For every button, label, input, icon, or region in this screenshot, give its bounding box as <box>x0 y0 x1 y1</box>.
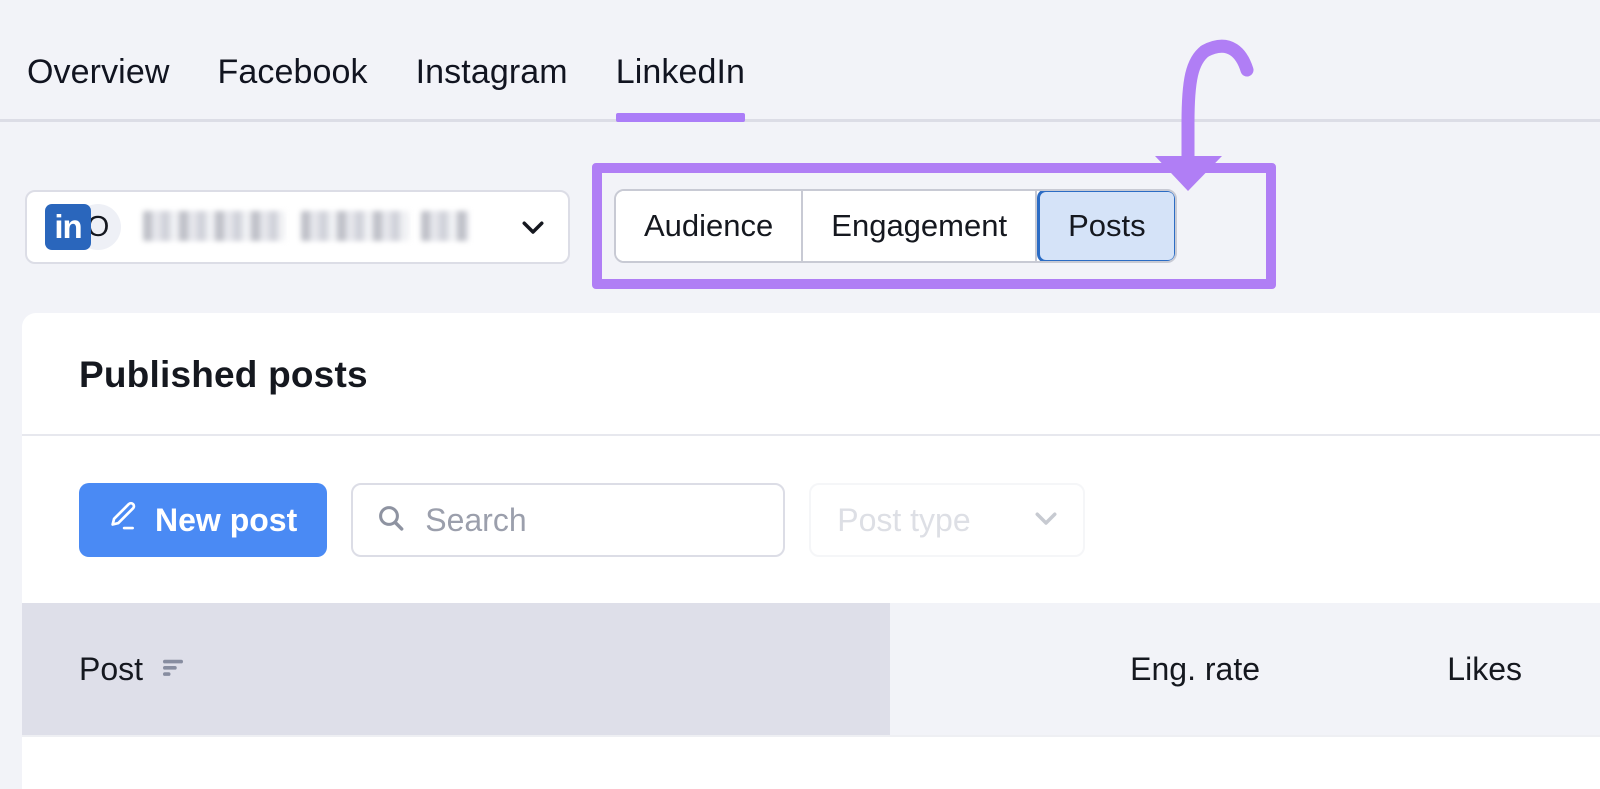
tab-instagram[interactable]: Instagram <box>416 53 568 119</box>
column-header-post-label: Post <box>79 650 144 687</box>
column-header-eng-rate[interactable]: Eng. rate <box>890 603 1260 735</box>
platform-tabs: Overview Facebook Instagram LinkedIn <box>0 0 1600 122</box>
column-header-likes-label: Likes <box>1447 650 1522 687</box>
tab-linkedin-label: LinkedIn <box>615 53 746 91</box>
search-field[interactable] <box>351 483 786 557</box>
segment-audience-label: Audience <box>644 208 774 243</box>
redacted-word <box>421 211 469 241</box>
new-post-button-label: New post <box>155 501 298 538</box>
post-type-dropdown[interactable]: Post type <box>809 483 1086 557</box>
post-type-label: Post type <box>837 501 971 538</box>
tab-overview[interactable]: Overview <box>27 53 170 119</box>
chevron-down-icon <box>518 212 548 242</box>
tab-linkedin[interactable]: LinkedIn <box>615 53 746 122</box>
column-header-eng-rate-label: Eng. rate <box>1130 650 1260 687</box>
account-avatar-group: O in <box>45 204 123 250</box>
tab-facebook-label: Facebook <box>217 53 368 91</box>
posts-toolbar: New post Post type <box>22 436 1600 557</box>
column-header-likes[interactable]: Likes <box>1260 603 1600 735</box>
column-header-post[interactable]: Post <box>22 603 890 735</box>
linkedin-icon: in <box>45 204 91 250</box>
tab-instagram-label: Instagram <box>415 53 568 91</box>
segment-posts[interactable]: Posts <box>1037 191 1175 261</box>
tab-overview-label: Overview <box>27 53 170 91</box>
segment-posts-label: Posts <box>1068 208 1146 243</box>
sort-descending-icon <box>158 652 188 687</box>
redacted-word <box>301 211 409 241</box>
redacted-word <box>143 211 285 241</box>
pencil-icon <box>105 499 139 541</box>
page-title: Published posts <box>79 354 368 395</box>
account-selector[interactable]: O in <box>25 190 570 264</box>
published-posts-card: Published posts New post Post type <box>22 313 1600 789</box>
account-name-redacted <box>143 207 518 247</box>
posts-table-header: Post Eng. rate Likes <box>22 603 1600 735</box>
section-switch: Audience Engagement Posts <box>614 189 1177 263</box>
search-input[interactable] <box>425 501 766 539</box>
table-row[interactable] <box>22 735 1600 789</box>
new-post-button[interactable]: New post <box>79 483 328 557</box>
segment-engagement[interactable]: Engagement <box>803 191 1038 261</box>
tab-facebook[interactable]: Facebook <box>218 53 368 119</box>
segment-audience[interactable]: Audience <box>616 191 804 261</box>
segment-engagement-label: Engagement <box>831 208 1008 243</box>
chevron-down-icon <box>1031 503 1061 538</box>
search-icon <box>375 502 407 539</box>
